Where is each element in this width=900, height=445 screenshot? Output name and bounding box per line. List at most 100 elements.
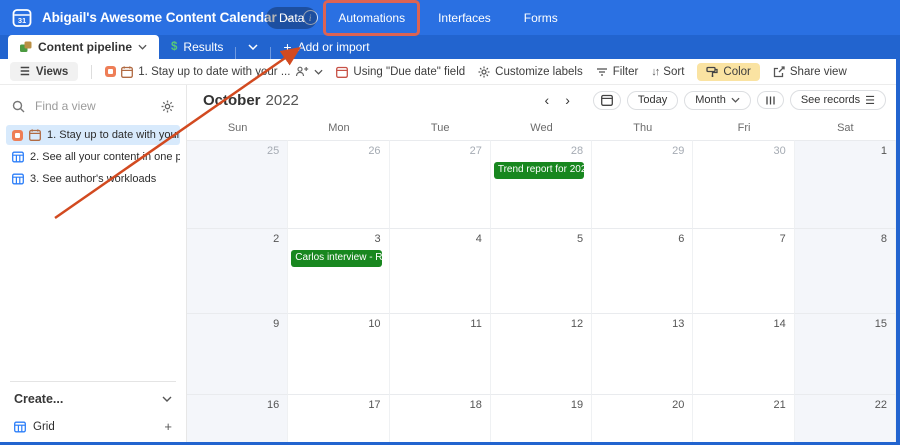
date-number: 4 bbox=[392, 231, 484, 245]
range-select[interactable]: Month bbox=[684, 91, 751, 110]
calendar-cell[interactable]: 20 bbox=[592, 394, 693, 442]
calendar-cell[interactable]: 1 bbox=[795, 140, 896, 228]
see-records-label: See records bbox=[801, 94, 860, 106]
today-button[interactable]: Today bbox=[627, 91, 678, 110]
color-label: Color bbox=[723, 66, 750, 78]
calendar-view-icon bbox=[29, 129, 41, 141]
chevron-down-icon[interactable] bbox=[138, 44, 147, 50]
calendar-cell[interactable]: 28Trend report for 2024... bbox=[491, 140, 592, 228]
calendar-cell[interactable]: 16 bbox=[187, 394, 288, 442]
topbar-tab-interfaces[interactable]: Interfaces bbox=[426, 7, 503, 29]
search-icon bbox=[12, 100, 25, 113]
filter-button[interactable]: Filter bbox=[596, 66, 639, 78]
calendar-cell[interactable]: 30 bbox=[693, 140, 794, 228]
dollar-icon: $ bbox=[171, 41, 177, 53]
date-number: 14 bbox=[695, 316, 787, 330]
calendar-cell[interactable]: 11 bbox=[390, 313, 491, 394]
calendar-grid: 25262728Trend report for 2024...2930123C… bbox=[187, 140, 896, 442]
date-number: 11 bbox=[392, 316, 484, 330]
prev-month-button[interactable]: ‹ bbox=[540, 91, 555, 109]
main-area: 1. Stay up to date with your ...✓ 2. See … bbox=[0, 85, 896, 442]
share-icon bbox=[773, 66, 785, 78]
date-number: 27 bbox=[392, 143, 484, 157]
date-field-label: Using "Due date" field bbox=[353, 66, 465, 78]
calendar-event[interactable]: Carlos interview - Revie... bbox=[291, 250, 381, 267]
calendar-cell[interactable]: 9 bbox=[187, 313, 288, 394]
calendar-cell[interactable]: 14 bbox=[693, 313, 794, 394]
date-number: 15 bbox=[797, 316, 889, 330]
date-number: 21 bbox=[695, 397, 787, 411]
calendar-cell[interactable]: 7 bbox=[693, 228, 794, 313]
view-toolbar: ☰ Views 1. Stay up to date with your ...… bbox=[0, 59, 896, 85]
find-view-input[interactable] bbox=[33, 98, 153, 114]
calendar-cell[interactable]: 12 bbox=[491, 313, 592, 394]
views-button[interactable]: ☰ Views bbox=[10, 62, 78, 81]
sidebar-view-item[interactable]: 1. Stay up to date with your ...✓ bbox=[6, 125, 180, 145]
topbar-tab-forms[interactable]: Forms bbox=[512, 7, 570, 29]
calendar-cell[interactable]: 6 bbox=[592, 228, 693, 313]
views-label: Views bbox=[36, 66, 68, 78]
current-view-name: 1. Stay up to date with your ... bbox=[138, 66, 290, 78]
calendar-cell[interactable]: 8 bbox=[795, 228, 896, 313]
calendar-cell[interactable]: 13 bbox=[592, 313, 693, 394]
calendar-cell[interactable]: 10 bbox=[288, 313, 389, 394]
calendar-cell[interactable]: 17 bbox=[288, 394, 389, 442]
chevron-down-icon[interactable] bbox=[314, 69, 323, 75]
customize-labels-button[interactable]: Customize labels bbox=[478, 66, 583, 78]
tab-results[interactable]: $ Results bbox=[159, 35, 235, 59]
calendar-cell[interactable]: 27 bbox=[390, 140, 491, 228]
base-title: Abigail's Awesome Content Calendar bbox=[42, 10, 277, 25]
month-label: October bbox=[203, 92, 261, 109]
calendar-cell[interactable]: 26 bbox=[288, 140, 389, 228]
view-settings-gear-icon[interactable] bbox=[161, 100, 174, 113]
grid-view-icon bbox=[14, 421, 26, 433]
topbar-tab-automations[interactable]: Automations bbox=[326, 7, 417, 29]
create-grid-view-item[interactable]: Grid + bbox=[0, 414, 186, 442]
sidebar-view-item[interactable]: 3. See author's workloads bbox=[6, 169, 180, 189]
calendar-view-icon bbox=[121, 66, 133, 78]
colored-squares-icon bbox=[20, 41, 32, 53]
topbar-tab-data[interactable]: Data bbox=[266, 7, 317, 29]
add-or-import-button[interactable]: + Add or import bbox=[271, 35, 381, 59]
calendar-cell[interactable]: 29 bbox=[592, 140, 693, 228]
date-number: 20 bbox=[594, 397, 686, 411]
calendar-cell[interactable]: 3Carlos interview - Revie... bbox=[288, 228, 389, 313]
next-month-button[interactable]: › bbox=[560, 91, 575, 109]
calendar-cell[interactable]: 22 bbox=[795, 394, 896, 442]
calendar-cell[interactable]: 21 bbox=[693, 394, 794, 442]
range-label: Month bbox=[695, 94, 726, 106]
calendar-event[interactable]: Trend report for 2024... bbox=[494, 162, 584, 179]
row-settings-button[interactable] bbox=[757, 91, 784, 109]
see-records-button[interactable]: See records ☰ bbox=[790, 90, 886, 110]
jump-to-date-button[interactable] bbox=[593, 91, 621, 110]
day-of-week-headers: SunMonTueWedThuFriSat bbox=[187, 115, 896, 140]
view-switcher[interactable]: 1. Stay up to date with your ... bbox=[105, 66, 323, 78]
chevron-down-icon bbox=[162, 396, 172, 402]
share-view-label: Share view bbox=[790, 66, 847, 78]
share-view-button[interactable]: Share view bbox=[773, 66, 847, 78]
date-number: 6 bbox=[594, 231, 686, 245]
calendar-cell[interactable]: 19 bbox=[491, 394, 592, 442]
sidebar-view-item[interactable]: 2. See all your content in one place bbox=[6, 147, 180, 167]
personal-view-icon bbox=[105, 66, 116, 77]
plus-icon[interactable]: + bbox=[164, 419, 172, 434]
tab-content-pipeline[interactable]: Content pipeline bbox=[8, 35, 159, 59]
calendar-header: October2022 ‹ › Today Month bbox=[187, 85, 896, 115]
collaborators-icon[interactable] bbox=[295, 66, 309, 77]
create-section-toggle[interactable]: Create... bbox=[10, 381, 176, 414]
calendar-cell[interactable]: 2 bbox=[187, 228, 288, 313]
calendar-cell[interactable]: 18 bbox=[390, 394, 491, 442]
view-search bbox=[0, 89, 186, 121]
calendar-app-icon[interactable]: 31 bbox=[12, 8, 32, 28]
calendar-cell[interactable]: 4 bbox=[390, 228, 491, 313]
calendar-cell[interactable]: 15 bbox=[795, 313, 896, 394]
color-button[interactable]: Color bbox=[697, 63, 759, 81]
calendar-cell[interactable]: 5 bbox=[491, 228, 592, 313]
sort-button[interactable]: ↓↑ Sort bbox=[651, 66, 684, 78]
day-header: Mon bbox=[288, 122, 389, 134]
date-number: 1 bbox=[797, 143, 889, 157]
date-field-button[interactable]: Using "Due date" field bbox=[336, 66, 465, 78]
calendar-cell[interactable]: 25 bbox=[187, 140, 288, 228]
table-list-chevron[interactable] bbox=[236, 35, 270, 59]
view-item-label: 2. See all your content in one place bbox=[30, 151, 180, 163]
